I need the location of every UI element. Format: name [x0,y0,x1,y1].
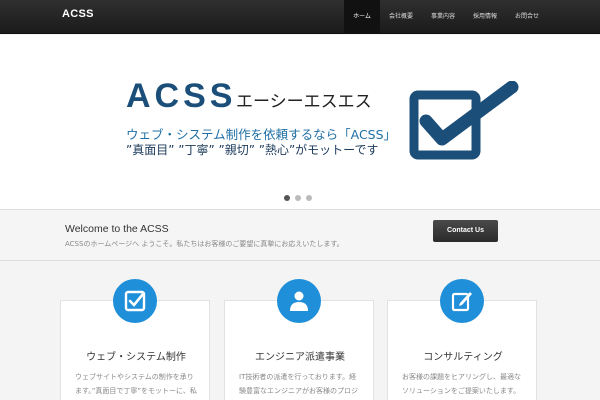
slider-dot-3[interactable] [306,195,312,201]
nav-item-company[interactable]: 会社概要 [380,0,422,34]
nav-item-business[interactable]: 事業内容 [422,0,464,34]
slider-pagination [284,195,312,201]
feature-title: ウェブ・システム制作 [86,352,186,363]
welcome-title: Welcome to the ACSS [65,223,169,235]
feature-text: ウェブサイトやシステムの制作を承ります。”真面目で丁寧”をモットーに、私たちAC… [75,373,197,395]
top-navbar: ACSS ホーム 会社概要 事業内容 採用情報 お問合せ [0,0,600,34]
nav-item-contact[interactable]: お問合せ [506,0,548,34]
feature-text: IT技術者の派遣を行っております。経験豊富なエンジニアがお客様のプロジェクトを”… [239,373,358,395]
hero-slider: ACSS エーシーエスエス ウェブ・システム制作を依頼するなら「ACSS」 ”真… [0,35,600,210]
check-mark-icon [409,81,519,160]
hero-logo-text: ACSS [126,77,237,115]
feature-text: お客様の課題をヒアリングし、最適なソリューションをご提案いたします。お気軽にご相… [402,373,521,395]
nav-item-recruit[interactable]: 採用情報 [464,0,506,34]
welcome-bar: Welcome to the ACSS ACSSのホームページへ ようこそ。私た… [0,211,600,261]
nav-item-home[interactable]: ホーム [344,0,380,34]
feature-card-web: ウェブ・システム制作 ウェブサイトやシステムの制作を承ります。”真面目で丁寧”を… [60,279,210,400]
feature-card-consulting: コンサルティング お客様の課題をヒアリングし、最適なソリューションをご提案いたし… [387,279,537,400]
hero-logo-kana: エーシーエスエス [236,92,372,112]
features-section: ウェブ・システム制作 ウェブサイトやシステムの制作を承ります。”真面目で丁寧”を… [0,261,600,400]
hero-motto: ”真面目” ”丁寧” ”親切” ”熱心”がモットーです [126,143,379,157]
slider-dot-1[interactable] [284,195,290,201]
main-nav: ホーム 会社概要 事業内容 採用情報 お問合せ [344,0,548,34]
feature-card-dispatch: エンジニア派遣事業 IT技術者の派遣を行っております。経験豊富なエンジニアがお客… [224,279,374,400]
feature-title: コンサルティング [423,352,503,363]
contact-us-button[interactable]: Contact Us [433,220,498,242]
check-icon [113,279,157,323]
feature-title: エンジニア派遣事業 [255,352,345,363]
welcome-subtitle: ACSSのホームページへ ようこそ。私たちはお客様のご要望に真摯にお応えいたしま… [65,240,344,248]
slider-dot-2[interactable] [295,195,301,201]
person-icon [277,279,321,323]
site-brand[interactable]: ACSS [62,8,94,20]
edit-icon [440,279,484,323]
